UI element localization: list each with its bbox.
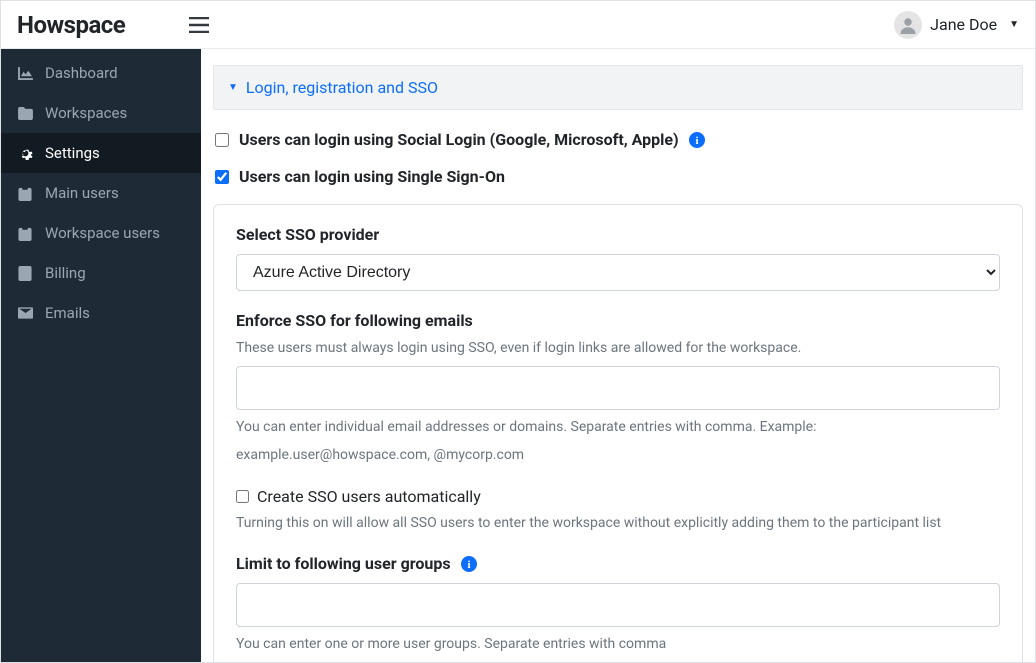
sso-login-checkbox[interactable] [215,170,229,184]
user-groups-hint: You can enter one or more user groups. S… [236,633,1000,655]
book-icon [17,266,33,281]
svg-text:i: i [467,559,470,571]
sidebar-item-settings[interactable]: Settings [1,133,201,173]
hint-line: You can enter individual email addresses… [236,416,1000,438]
menu-toggle[interactable] [189,17,209,33]
chart-area-icon [17,67,33,80]
user-badge-icon [17,226,33,241]
panel-toggle-login-sso[interactable]: ▼ Login, registration and SSO [213,65,1023,110]
user-groups-label: Limit to following user groups i [236,554,477,573]
sidebar: Dashboard Workspaces Settings Main users… [1,49,201,662]
avatar [894,11,922,39]
sidebar-item-label: Workspaces [45,104,127,122]
auto-create-help: Turning this on will allow all SSO users… [236,512,1000,534]
folder-icon [17,107,33,120]
sidebar-item-emails[interactable]: Emails [1,293,201,333]
logo: Howspace [17,11,125,39]
caret-down-icon: ▼ [1009,19,1019,30]
sidebar-item-label: Settings [45,144,100,162]
enforce-sso-input[interactable] [236,366,1000,410]
enforce-sso-label: Enforce SSO for following emails [236,311,1000,330]
sidebar-item-workspaces[interactable]: Workspaces [1,93,201,133]
social-login-label[interactable]: Users can login using Social Login (Goog… [239,130,679,149]
gear-icon [17,146,33,161]
caret-down-icon: ▼ [228,82,238,93]
hint-line: example.user@howspace.com, @mycorp.com [236,444,1000,466]
sidebar-item-dashboard[interactable]: Dashboard [1,53,201,93]
sidebar-item-billing[interactable]: Billing [1,253,201,293]
user-icon [899,16,917,34]
sso-provider-label: Select SSO provider [236,225,1000,244]
sidebar-item-label: Billing [45,264,86,282]
sidebar-item-label: Main users [45,184,119,202]
enforce-sso-hint: You can enter individual email addresses… [236,416,1000,467]
label-text: Limit to following user groups [236,554,451,573]
menu-icon [189,17,209,33]
enforce-sso-help: These users must always login using SSO,… [236,340,1000,356]
content: ▼ Login, registration and SSO Users can … [201,49,1035,662]
info-icon[interactable]: i [461,556,477,572]
sso-provider-select[interactable]: Azure Active Directory [236,254,1000,291]
user-name: Jane Doe [930,15,997,34]
user-groups-input[interactable] [236,583,1000,627]
sso-settings-box: Select SSO provider Azure Active Directo… [213,204,1023,662]
sidebar-item-label: Workspace users [45,224,160,242]
sidebar-item-label: Dashboard [45,64,118,82]
sidebar-item-label: Emails [45,304,90,322]
social-login-checkbox[interactable] [215,133,229,147]
svg-text:i: i [695,135,698,147]
user-badge-icon [17,186,33,201]
info-icon[interactable]: i [689,132,705,148]
user-menu[interactable]: Jane Doe ▼ [894,11,1019,39]
panel-title: Login, registration and SSO [246,78,438,97]
sidebar-item-workspace-users[interactable]: Workspace users [1,213,201,253]
sso-login-label[interactable]: Users can login using Single Sign-On [239,167,505,186]
auto-create-label[interactable]: Create SSO users automatically [257,487,481,506]
sidebar-item-main-users[interactable]: Main users [1,173,201,213]
auto-create-checkbox[interactable] [236,490,249,503]
envelope-icon [17,307,33,319]
